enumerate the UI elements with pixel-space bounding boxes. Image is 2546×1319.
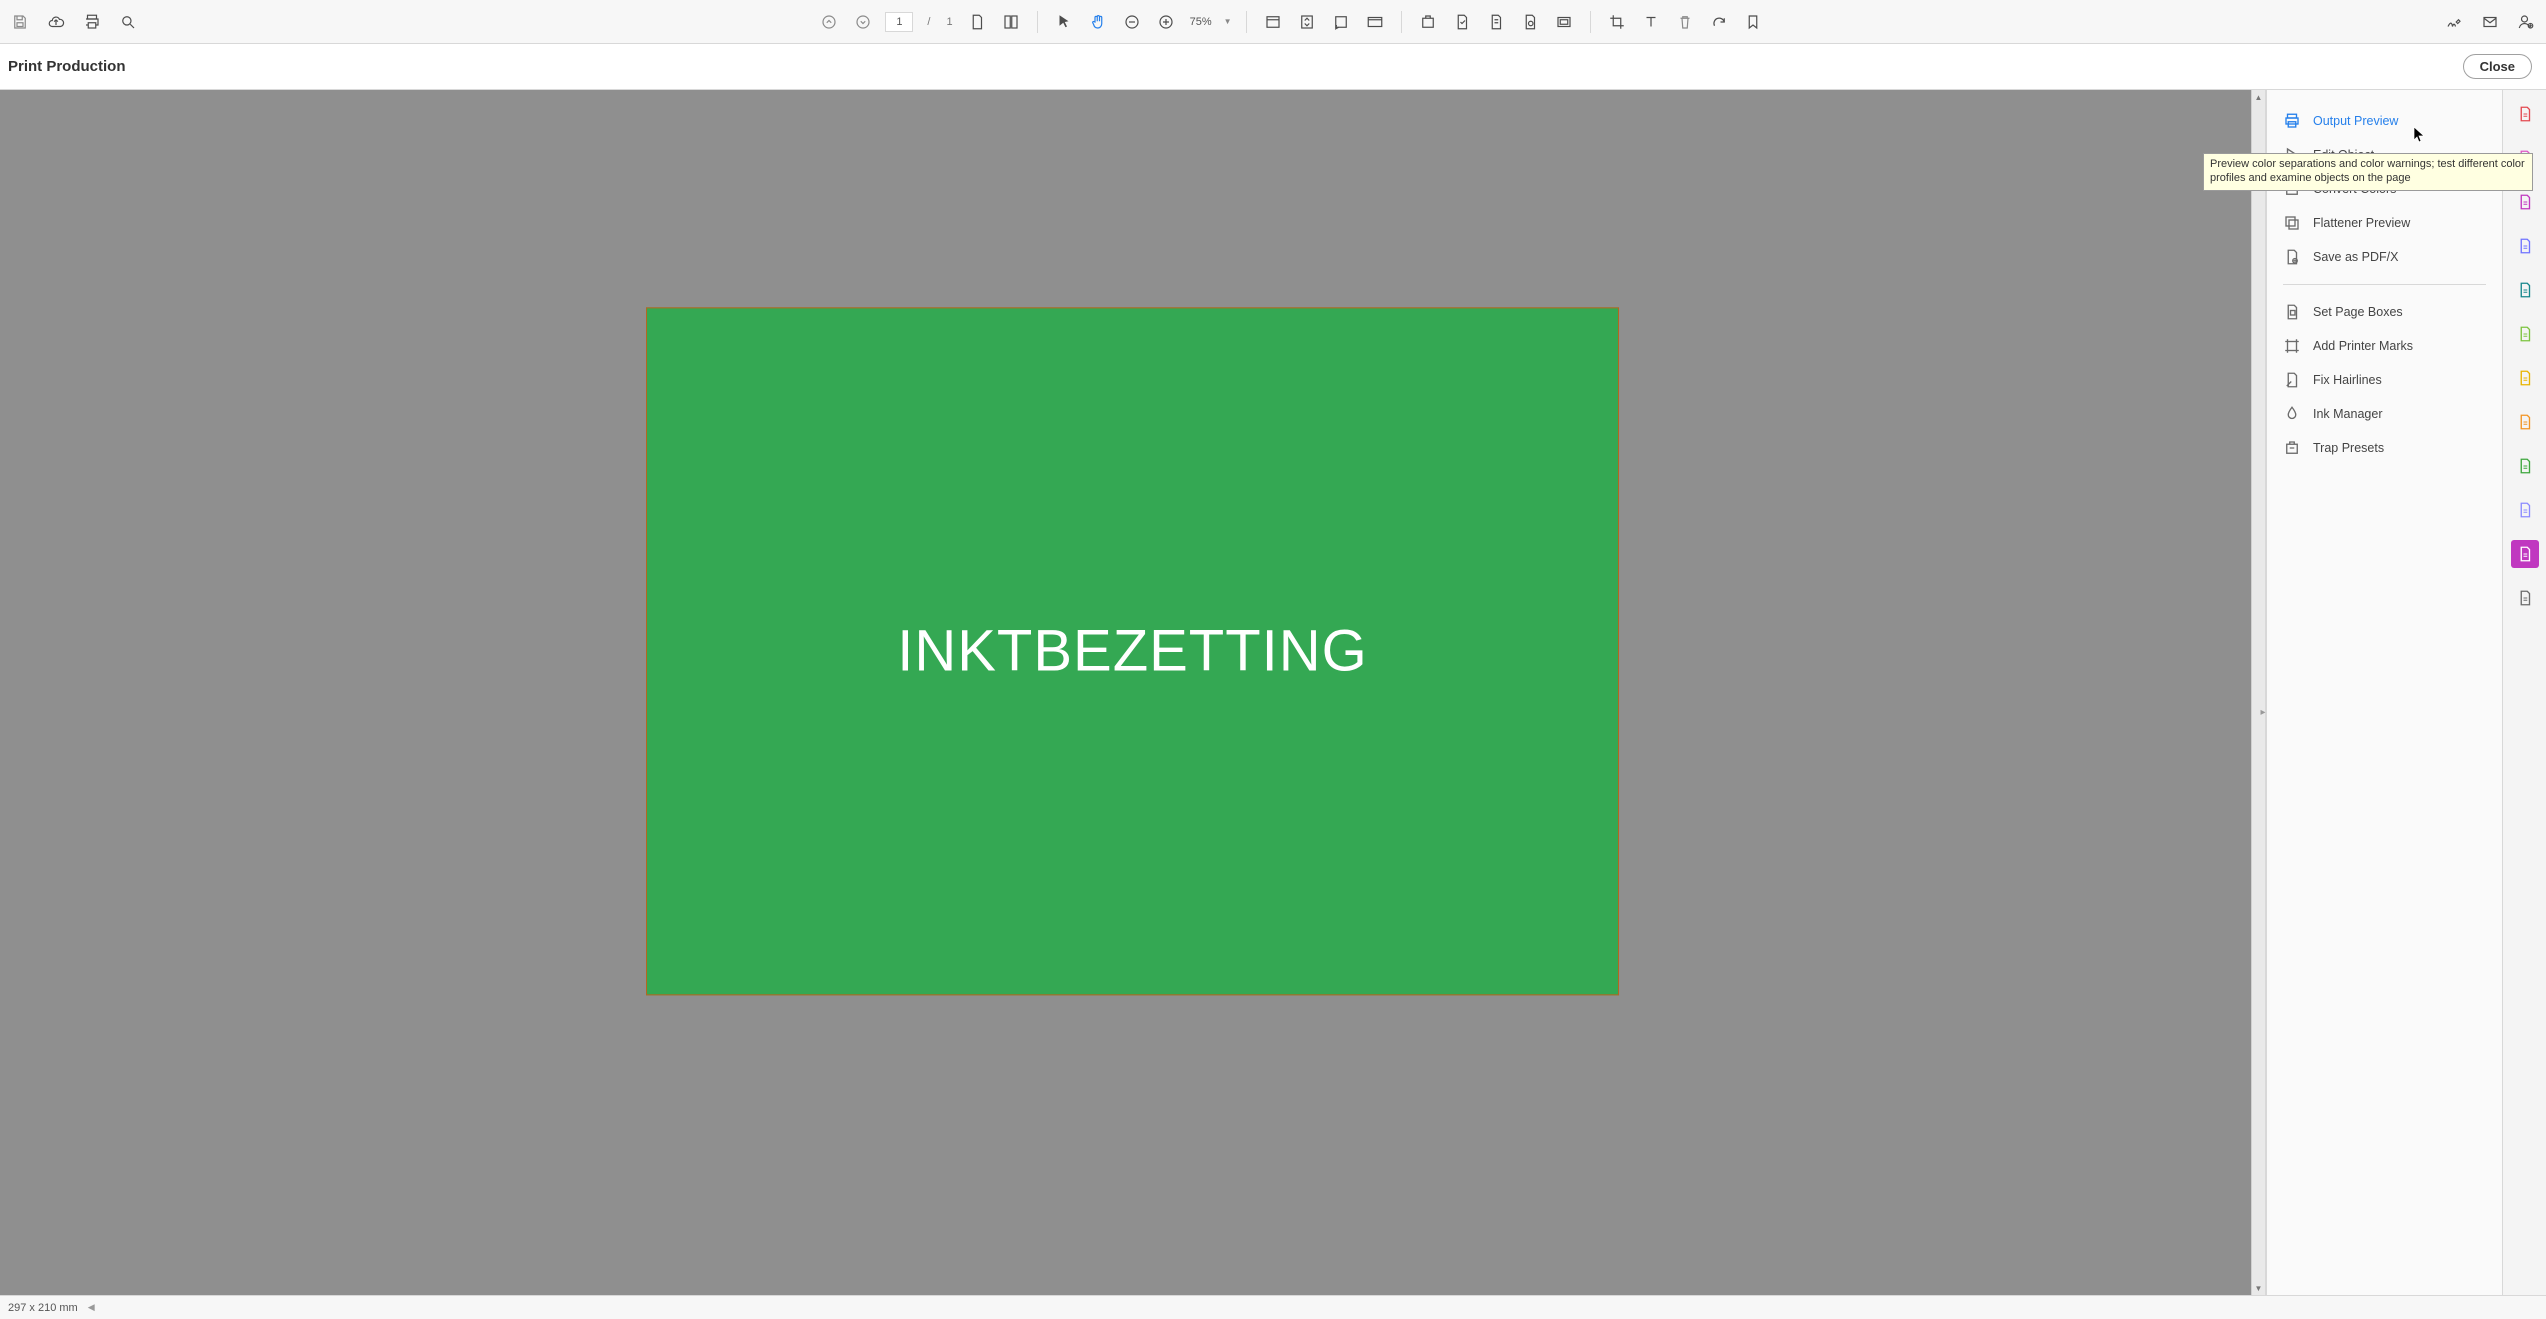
panel-item-label: Ink Manager — [2313, 407, 2382, 421]
toolbar-separator — [1590, 11, 1591, 33]
rail-create-pdf-icon[interactable] — [2511, 100, 2539, 128]
rotate-view-icon[interactable] — [1329, 10, 1353, 34]
zoom-value[interactable]: 75% — [1188, 16, 1214, 28]
convert-colors-icon[interactable] — [1518, 10, 1542, 34]
search-icon[interactable] — [116, 10, 140, 34]
page-total: 1 — [946, 16, 952, 28]
toolbar-center-group: / 1 75% ▼ — [140, 10, 2442, 34]
panel-item-label: Output Preview — [2313, 114, 2398, 128]
rail-print-prod-icon[interactable] — [2511, 452, 2539, 480]
rail-sign-icon[interactable] — [2511, 232, 2539, 260]
preflight-icon[interactable] — [1450, 10, 1474, 34]
panel-item-label: Set Page Boxes — [2313, 305, 2403, 319]
zoom-in-icon[interactable] — [1154, 10, 1178, 34]
panel-item-label: Fix Hairlines — [2313, 373, 2382, 387]
redo-icon[interactable] — [1707, 10, 1731, 34]
panel-collapse-icon[interactable]: ▸ — [2259, 693, 2267, 733]
rail-more-tools-icon[interactable] — [2511, 584, 2539, 612]
rail-enhance-icon[interactable] — [2511, 364, 2539, 392]
crop-icon[interactable] — [1605, 10, 1629, 34]
sub-header: Print Production Close — [0, 44, 2546, 90]
status-prev-icon[interactable]: ◀ — [88, 1302, 95, 1313]
ink-icon — [2283, 405, 2301, 423]
save-icon — [2283, 248, 2301, 266]
page-dimensions: 297 x 210 mm — [8, 1302, 78, 1314]
toolbar-separator — [1037, 11, 1038, 33]
delete-icon[interactable] — [1673, 10, 1697, 34]
panel-item-fix-hairlines[interactable]: Fix Hairlines — [2277, 363, 2492, 397]
printer-icon — [2283, 112, 2301, 130]
rail-edit-pdf-icon[interactable] — [2511, 144, 2539, 172]
rail-organize-icon[interactable] — [2511, 320, 2539, 348]
panel-item-output-preview[interactable]: Output Preview — [2277, 104, 2492, 138]
panel-item-label: Add Printer Marks — [2313, 339, 2413, 353]
rail-highlight-icon[interactable] — [2511, 408, 2539, 436]
rail-active-tool-icon[interactable] — [2511, 540, 2539, 568]
panel-item-label: Convert Colors — [2313, 182, 2396, 196]
toolbar-separator — [1401, 11, 1402, 33]
document-canvas[interactable]: INKTBEZETTING ▲ ▼ — [0, 90, 2266, 1295]
read-mode-icon[interactable] — [1363, 10, 1387, 34]
panel-divider — [2283, 284, 2486, 285]
page-up-icon[interactable] — [817, 10, 841, 34]
panel-item-save-pdfx[interactable]: Save as PDF/X — [2277, 240, 2492, 274]
page-down-icon[interactable] — [851, 10, 875, 34]
cloud-upload-icon[interactable] — [44, 10, 68, 34]
page-separator: / — [927, 16, 930, 28]
edit-object-icon[interactable] — [1484, 10, 1508, 34]
zoom-out-icon[interactable] — [1120, 10, 1144, 34]
document-page[interactable]: INKTBEZETTING — [646, 307, 1620, 996]
cursor-icon — [2283, 146, 2301, 164]
rail-protect-icon[interactable] — [2511, 496, 2539, 524]
panel-item-label: Flattener Preview — [2313, 216, 2410, 230]
toolbar-separator — [1246, 11, 1247, 33]
close-button[interactable]: Close — [2463, 54, 2532, 79]
scrolling-page-icon[interactable] — [999, 10, 1023, 34]
scroll-up-icon[interactable]: ▲ — [2252, 90, 2265, 104]
marks-icon — [2283, 337, 2301, 355]
add-text-icon[interactable] — [1639, 10, 1663, 34]
arrow-tool-icon[interactable] — [1052, 10, 1076, 34]
account-icon[interactable] — [2514, 10, 2538, 34]
bookmark-icon[interactable] — [1741, 10, 1765, 34]
page-number-input[interactable] — [885, 12, 913, 32]
scroll-down-icon[interactable]: ▼ — [2252, 1281, 2265, 1295]
panel-item-ink-manager[interactable]: Ink Manager — [2277, 397, 2492, 431]
right-tool-rail — [2502, 90, 2546, 1295]
crop-icon — [2283, 303, 2301, 321]
print-icon[interactable] — [80, 10, 104, 34]
panel-item-add-printer-marks[interactable]: Add Printer Marks — [2277, 329, 2492, 363]
flattener-icon[interactable] — [1552, 10, 1576, 34]
rail-comment-icon[interactable] — [2511, 276, 2539, 304]
print-production-panel: ▸ Output PreviewEdit ObjectConvert Color… — [2266, 90, 2502, 1295]
panel-item-flattener-preview[interactable]: Flattener Preview — [2277, 206, 2492, 240]
panel-title: Print Production — [8, 58, 126, 75]
fit-width-icon[interactable] — [1261, 10, 1285, 34]
toolbar-right-group — [2442, 10, 2538, 34]
rail-export-pdf-icon[interactable] — [2511, 188, 2539, 216]
trap-icon — [2283, 439, 2301, 457]
single-page-icon[interactable] — [965, 10, 989, 34]
signature-icon[interactable] — [2442, 10, 2466, 34]
hand-tool-icon[interactable] — [1086, 10, 1110, 34]
panel-item-edit-object[interactable]: Edit Object — [2277, 138, 2492, 172]
panel-item-label: Save as PDF/X — [2313, 250, 2398, 264]
panel-item-label: Trap Presets — [2313, 441, 2384, 455]
mail-icon[interactable] — [2478, 10, 2502, 34]
status-bar: 297 x 210 mm ◀ — [0, 1295, 2546, 1319]
panel-item-label: Edit Object — [2313, 148, 2374, 162]
layers-icon — [2283, 214, 2301, 232]
panel-item-convert-colors[interactable]: Convert Colors — [2277, 172, 2492, 206]
square-icon — [2283, 180, 2301, 198]
document-text: INKTBEZETTING — [897, 618, 1368, 685]
top-toolbar: / 1 75% ▼ — [0, 0, 2546, 44]
panel-item-trap-presets[interactable]: Trap Presets — [2277, 431, 2492, 465]
zoom-caret-icon[interactable]: ▼ — [1224, 17, 1232, 26]
output-preview-icon[interactable] — [1416, 10, 1440, 34]
save-icon[interactable] — [8, 10, 32, 34]
fit-page-icon[interactable] — [1295, 10, 1319, 34]
toolbar-left-group — [8, 10, 140, 34]
panel-item-set-page-boxes[interactable]: Set Page Boxes — [2277, 295, 2492, 329]
hairline-icon — [2283, 371, 2301, 389]
